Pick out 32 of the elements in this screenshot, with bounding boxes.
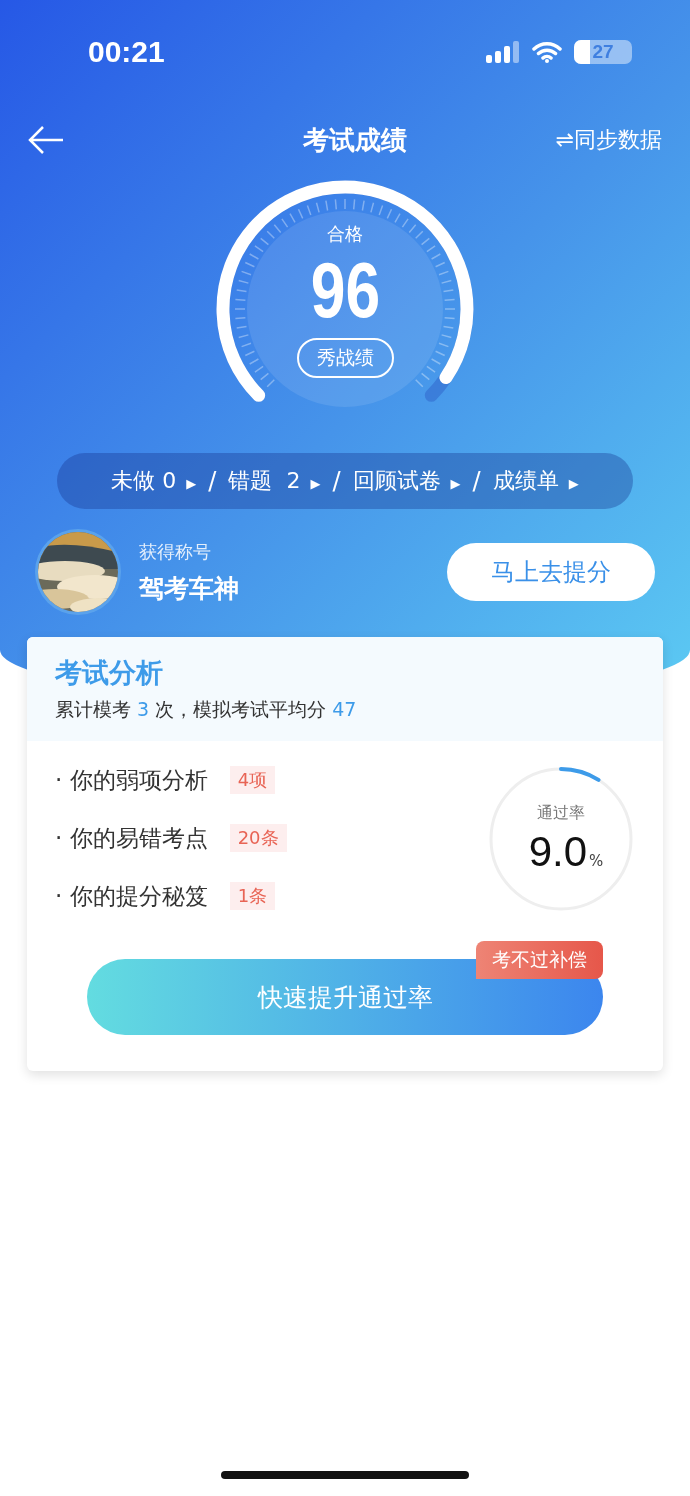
- page-title: 考试成绩: [302, 123, 407, 157]
- compensation-badge: 考不过补偿: [476, 941, 603, 979]
- sync-data-link[interactable]: ⇌同步数据: [555, 125, 662, 155]
- separator: /: [472, 467, 481, 495]
- signal-icon: [486, 41, 520, 63]
- score-status: 合格: [327, 222, 363, 246]
- nav-link[interactable]: 回顾试卷 ▶: [352, 466, 461, 496]
- earned-title: 驾考车神: [139, 572, 240, 605]
- analysis-summary: 累计模考 3 次，模拟考试平均分 47: [55, 697, 358, 722]
- pass-rate-label: 通过率: [537, 802, 585, 824]
- separator: /: [332, 467, 341, 495]
- score-value: 96: [310, 246, 380, 334]
- nav-link[interactable]: 成绩单 ▶: [492, 466, 579, 496]
- count-tag: 1条: [229, 882, 276, 910]
- battery-icon: 27: [574, 40, 632, 64]
- percent-unit: %: [589, 851, 604, 870]
- status-time: 00:21: [88, 35, 165, 69]
- nav-link[interactable]: 错题 2 ▶: [228, 466, 321, 496]
- analysis-item[interactable]: · 你的易错考点: [55, 822, 208, 854]
- card-title: 考试分析: [55, 656, 164, 690]
- back-icon[interactable]: [28, 125, 64, 155]
- count-tag: 4项: [229, 766, 276, 794]
- share-score-button[interactable]: 秀战绩: [296, 338, 394, 378]
- pass-rate-value: 9.0: [528, 827, 588, 876]
- separator: /: [208, 467, 217, 495]
- title-caption: 获得称号: [139, 539, 212, 564]
- wifi-icon: [532, 41, 562, 63]
- count-tag: 20条: [229, 824, 287, 852]
- analysis-item[interactable]: · 你的提分秘笈: [55, 880, 208, 912]
- boost-score-button[interactable]: 马上去提分: [447, 543, 655, 601]
- analysis-item[interactable]: · 你的弱项分析: [55, 764, 208, 796]
- nav-link[interactable]: 未做 0 ▶: [111, 466, 197, 496]
